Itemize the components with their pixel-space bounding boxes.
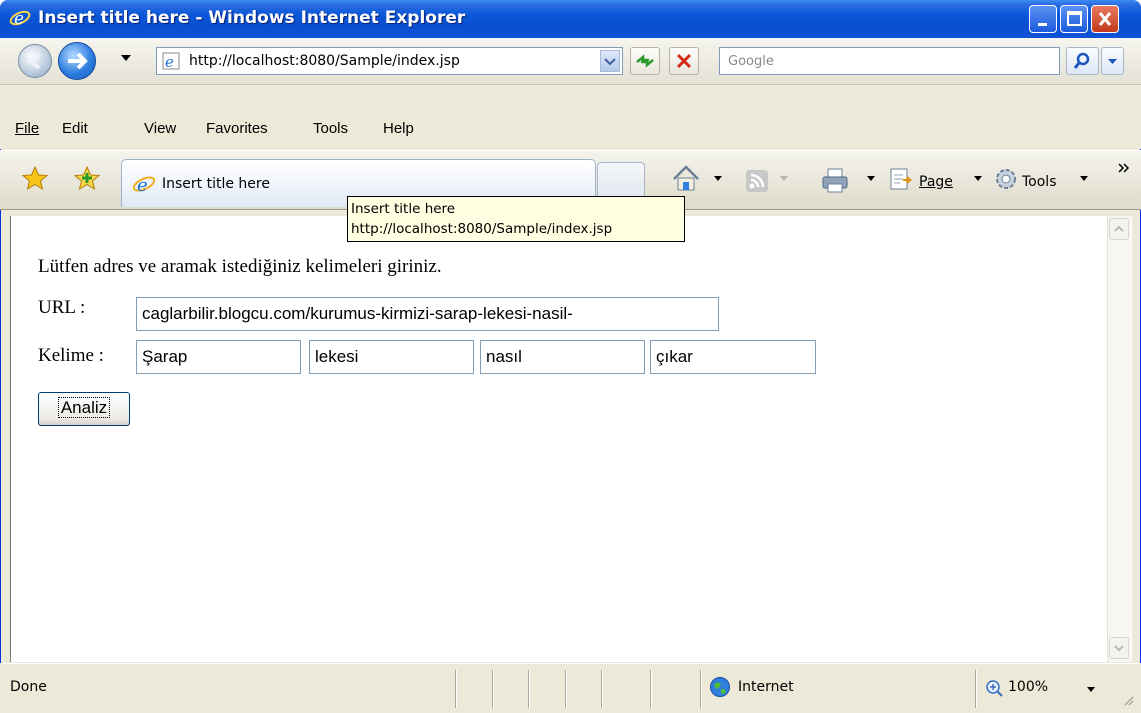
- status-divider: [650, 670, 651, 708]
- tools-dropdown-icon[interactable]: [1079, 175, 1089, 183]
- window-title: Insert title here - Windows Internet Exp…: [38, 8, 466, 28]
- page-menu-text: Page: [919, 174, 953, 190]
- menu-favorites[interactable]: Favorites: [206, 120, 268, 137]
- menu-view-label: View: [144, 120, 177, 137]
- chevron-down-icon: [1114, 645, 1124, 652]
- browser-window: e Insert title here - Windows Internet E…: [0, 0, 1141, 713]
- vertical-scrollbar[interactable]: [1107, 216, 1131, 662]
- back-icon: [26, 52, 41, 70]
- status-divider: [565, 670, 566, 708]
- refresh-button[interactable]: [630, 47, 660, 75]
- menu-view[interactable]: View: [144, 120, 176, 137]
- back-button[interactable]: [18, 44, 52, 78]
- form-prompt: Lütfen adres ve aramak istediğiniz kelim…: [38, 256, 442, 277]
- svg-text:e: e: [165, 53, 174, 70]
- tools-menu-text: Tools: [1022, 174, 1057, 190]
- favorites-star-icon[interactable]: [21, 165, 49, 191]
- toolbar-overflow-icon[interactable]: [1117, 162, 1131, 174]
- history-dropdown-icon[interactable]: [120, 54, 132, 62]
- status-divider: [975, 670, 976, 708]
- search-options-button[interactable]: [1101, 47, 1124, 75]
- add-favorites-icon[interactable]: [73, 165, 101, 191]
- kelime-input-2[interactable]: lekesi: [309, 340, 474, 374]
- scroll-down-button[interactable]: [1109, 637, 1129, 659]
- scroll-up-button[interactable]: [1109, 218, 1129, 240]
- menu-edit[interactable]: Edit: [62, 120, 88, 137]
- forward-button[interactable]: [58, 42, 96, 80]
- menu-edit-label: Edit: [62, 120, 88, 137]
- chevron-up-icon: [1114, 225, 1124, 232]
- tab-ie-icon: e: [132, 175, 156, 196]
- zoom-level[interactable]: 100%: [1008, 679, 1048, 695]
- analiz-button[interactable]: Analiz: [38, 392, 130, 426]
- forward-icon: [68, 52, 88, 70]
- menu-favorites-label: Favorites: [206, 120, 268, 137]
- status-divider: [700, 670, 701, 708]
- page-ie-icon: e: [162, 52, 180, 70]
- analiz-button-label: Analiz: [57, 397, 111, 418]
- menu-help[interactable]: Help: [383, 120, 414, 137]
- tooltip-title: Insert title here: [351, 201, 456, 217]
- menu-tools[interactable]: Tools: [313, 120, 348, 137]
- url-label: URL :: [38, 297, 86, 318]
- svg-text:e: e: [137, 175, 148, 196]
- address-bar[interactable]: e http://localhost:8080/Sample/index.jsp: [156, 47, 623, 75]
- kelime-input-1[interactable]: Şarap: [136, 340, 301, 374]
- search-input[interactable]: Google: [719, 47, 1060, 75]
- tab-tooltip: Insert title here http://localhost:8080/…: [347, 196, 685, 242]
- chevron-down-icon: [1108, 59, 1117, 64]
- page-menu-label[interactable]: Page: [919, 174, 953, 190]
- home-icon[interactable]: [670, 163, 702, 193]
- tab-label: Insert title here: [162, 176, 270, 192]
- status-divider: [601, 670, 602, 708]
- status-divider: [455, 670, 456, 708]
- status-divider: [492, 670, 493, 708]
- menu-tools-label: Tools: [313, 120, 349, 137]
- search-placeholder: Google: [728, 54, 774, 69]
- kelime-input-4[interactable]: çıkar: [650, 340, 816, 374]
- print-dropdown-icon[interactable]: [866, 175, 876, 183]
- address-url: http://localhost:8080/Sample/index.jsp: [189, 53, 460, 69]
- maximize-button[interactable]: [1060, 5, 1088, 33]
- minimize-button[interactable]: [1029, 5, 1057, 33]
- url-input[interactable]: caglarbilir.blogcu.com/kurumus-kirmizi-s…: [136, 297, 719, 331]
- security-zone: Internet: [738, 679, 794, 695]
- tooltip-url: http://localhost:8080/Sample/index.jsp: [351, 221, 613, 237]
- tools-menu-label[interactable]: Tools: [1022, 174, 1057, 190]
- stop-icon: [676, 53, 692, 69]
- globe-icon: [710, 677, 730, 697]
- menu-file-label: File: [15, 120, 40, 137]
- zoom-icon[interactable]: [985, 679, 1005, 697]
- page-content: [10, 216, 1132, 662]
- chevron-down-icon: [604, 58, 616, 66]
- title-bar[interactable]: e Insert title here - Windows Internet E…: [0, 0, 1141, 38]
- search-button[interactable]: [1066, 47, 1099, 75]
- kelime-input-3[interactable]: nasıl: [480, 340, 645, 374]
- home-dropdown-icon[interactable]: [713, 175, 723, 183]
- ie-icon: e: [9, 7, 31, 29]
- kelime-label: Kelime :: [38, 345, 104, 366]
- print-icon[interactable]: [820, 166, 850, 194]
- status-bar: [0, 663, 1141, 713]
- menu-file[interactable]: File: [15, 120, 39, 137]
- refresh-icon: [636, 54, 654, 68]
- page-dropdown-icon[interactable]: [973, 175, 983, 183]
- feeds-icon[interactable]: [745, 169, 769, 193]
- search-icon: [1073, 52, 1090, 69]
- page-icon[interactable]: [888, 166, 914, 192]
- status-text: Done: [10, 679, 47, 695]
- resize-grip-icon[interactable]: [1120, 692, 1136, 708]
- stop-button[interactable]: [669, 47, 699, 75]
- address-dropdown-button[interactable]: [600, 50, 620, 72]
- zoom-dropdown-icon[interactable]: [1086, 686, 1096, 694]
- menu-help-label: Help: [383, 120, 414, 137]
- tools-gear-icon[interactable]: [993, 166, 1019, 192]
- menu-bar: [0, 85, 1141, 149]
- svg-text:e: e: [14, 9, 24, 29]
- address-toolbar: e http://localhost:8080/Sample/index.jsp…: [0, 38, 1141, 85]
- close-button[interactable]: [1091, 5, 1119, 33]
- status-divider: [528, 670, 529, 708]
- feeds-dropdown-icon: [780, 176, 788, 181]
